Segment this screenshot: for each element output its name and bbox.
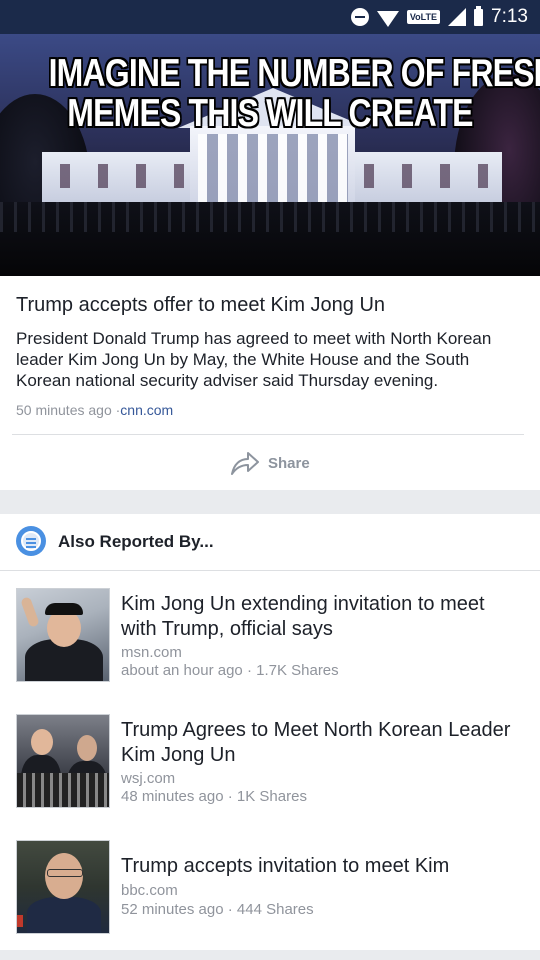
news-list-icon [16, 526, 46, 556]
also-reported-title: Also Reported By... [58, 532, 214, 551]
related-source: wsj.com [121, 770, 176, 787]
meme-line-2: MEMES THIS WILL CREATE [67, 92, 473, 135]
related-meta: 48 minutes ago · 1K Shares [121, 788, 307, 805]
related-meta: 52 minutes ago · 444 Shares [121, 901, 314, 918]
share-button[interactable]: Share [230, 448, 310, 478]
also-reported-header: Also Reported By... [0, 514, 540, 571]
related-thumbnail[interactable] [16, 588, 110, 682]
battery-icon [474, 5, 484, 26]
related-item[interactable]: Kim Jong Un extending invitation to meet… [0, 588, 540, 698]
article-source-link[interactable]: cnn.com [120, 402, 173, 418]
related-title[interactable]: Kim Jong Un extending invitation to meet… [121, 592, 521, 642]
related-thumbnail[interactable] [16, 714, 110, 808]
article-hero-image[interactable]: IMAGINE THE NUMBER OF FRESH MEMES THIS W… [0, 34, 540, 276]
article-headline[interactable]: Trump accepts offer to meet Kim Jong Un [16, 294, 385, 317]
article-summary: President Donald Trump has agreed to mee… [16, 329, 492, 390]
volte-icon: VoLTE [406, 10, 441, 24]
status-bar: VoLTE 7:13 [0, 0, 540, 34]
wifi-icon [376, 11, 399, 27]
also-reported-section: Also Reported By... Kim Jong Un extendin… [0, 514, 540, 950]
meme-caption: IMAGINE THE NUMBER OF FRESH MEMES THIS W… [48, 52, 540, 135]
signal-icon [448, 8, 467, 26]
fence [0, 202, 540, 276]
related-title[interactable]: Trump accepts invitation to meet Kim [121, 854, 521, 879]
related-item[interactable]: Trump Agrees to Meet North Korean Leader… [0, 714, 540, 824]
status-icons: VoLTE 7:13 [350, 0, 528, 34]
related-meta: about an hour ago · 1.7K Shares [121, 662, 339, 679]
share-icon [231, 452, 259, 475]
divider [12, 434, 524, 435]
related-source: bbc.com [121, 882, 178, 899]
share-label: Share [268, 454, 310, 472]
related-thumbnail[interactable] [16, 840, 110, 934]
related-title[interactable]: Trump Agrees to Meet North Korean Leader… [121, 718, 521, 768]
related-item[interactable]: Trump accepts invitation to meet Kim bbc… [0, 840, 540, 950]
status-time: 7:13 [491, 6, 528, 27]
article-time: 50 minutes ago [16, 402, 112, 418]
article-card: Trump accepts offer to meet Kim Jong Un … [0, 276, 540, 490]
article-meta: 50 minutes ago ·cnn.com [16, 402, 173, 418]
meme-line-1: IMAGINE THE NUMBER OF FRESH [48, 52, 540, 95]
related-source: msn.com [121, 644, 182, 661]
do-not-disturb-icon [350, 8, 369, 26]
